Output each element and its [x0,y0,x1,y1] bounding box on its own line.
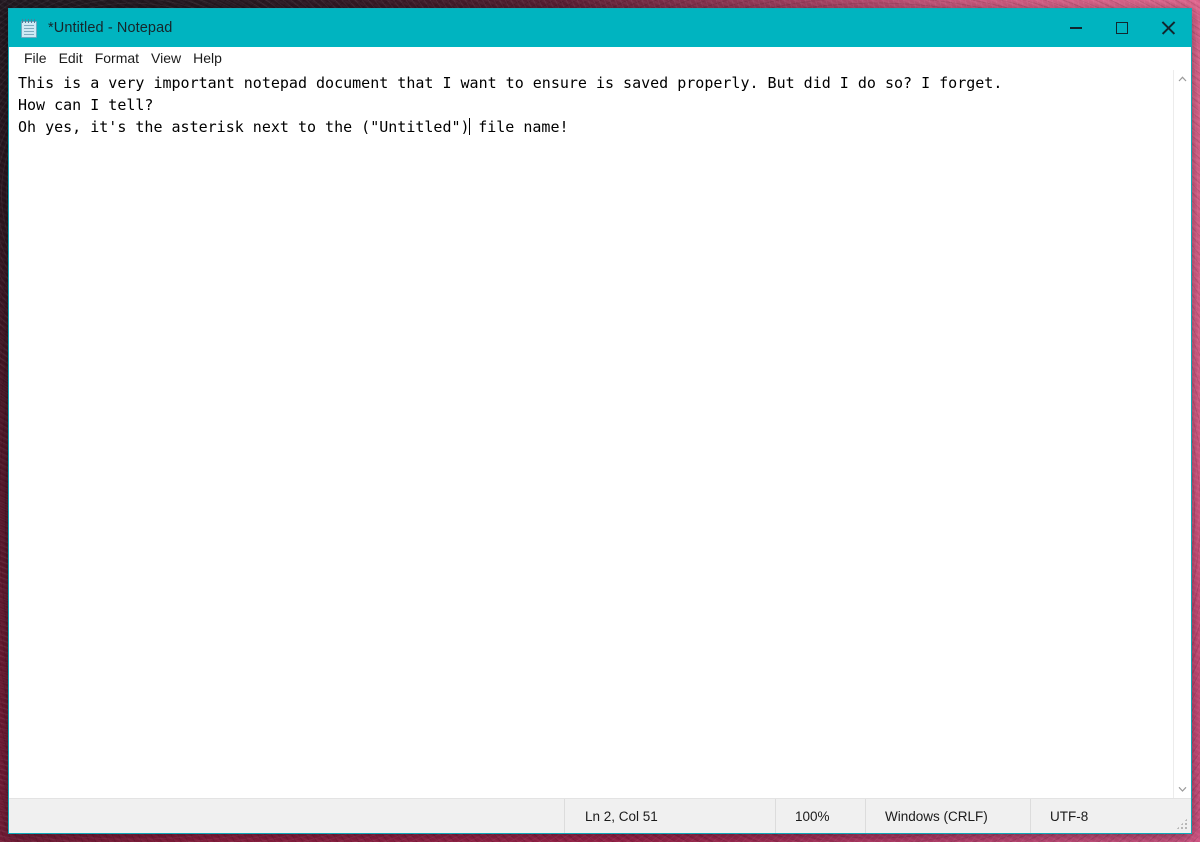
close-icon [1161,21,1175,35]
chevron-down-icon [1178,786,1187,792]
editor-line-2: How can I tell? [18,96,154,114]
title-bar[interactable]: *Untitled - Notepad [9,9,1191,47]
menu-item-view[interactable]: View [145,49,187,68]
scroll-up-button[interactable] [1174,70,1191,88]
text-editor[interactable]: This is a very important notepad documen… [9,70,1173,798]
minimize-icon [1070,27,1082,29]
editor-line-3-before-caret: Oh yes, it's the asterisk next to the ("… [18,118,470,136]
editor-line-1: This is a very important notepad documen… [18,74,1003,92]
editor-area: This is a very important notepad documen… [9,70,1191,798]
chevron-up-icon [1178,76,1187,82]
menu-item-edit[interactable]: Edit [53,49,89,68]
status-zoom-level[interactable]: 100% [775,799,865,833]
status-encoding: UTF-8 [1030,799,1191,833]
menu-bar: File Edit Format View Help [9,47,1191,70]
status-bar: Ln 2, Col 51 100% Windows (CRLF) UTF-8 [9,798,1191,833]
vertical-scrollbar[interactable] [1173,70,1191,798]
status-bar-spacer [9,799,564,833]
notepad-icon [21,18,39,38]
notepad-window: *Untitled - Notepad File Edit Format Vie… [8,8,1192,834]
maximize-icon [1116,22,1128,34]
status-line-ending: Windows (CRLF) [865,799,1030,833]
editor-line-3-after-caret: file name! [469,118,569,136]
menu-item-format[interactable]: Format [89,49,145,68]
minimize-button[interactable] [1053,9,1099,47]
window-title: *Untitled - Notepad [48,20,173,36]
maximize-button[interactable] [1099,9,1145,47]
resize-grip-icon[interactable] [1176,818,1188,830]
window-controls [1053,9,1191,47]
menu-item-file[interactable]: File [18,49,53,68]
scroll-down-button[interactable] [1174,780,1191,798]
status-cursor-position: Ln 2, Col 51 [564,799,775,833]
close-button[interactable] [1145,9,1191,47]
menu-item-help[interactable]: Help [187,49,228,68]
scroll-track[interactable] [1174,88,1191,780]
